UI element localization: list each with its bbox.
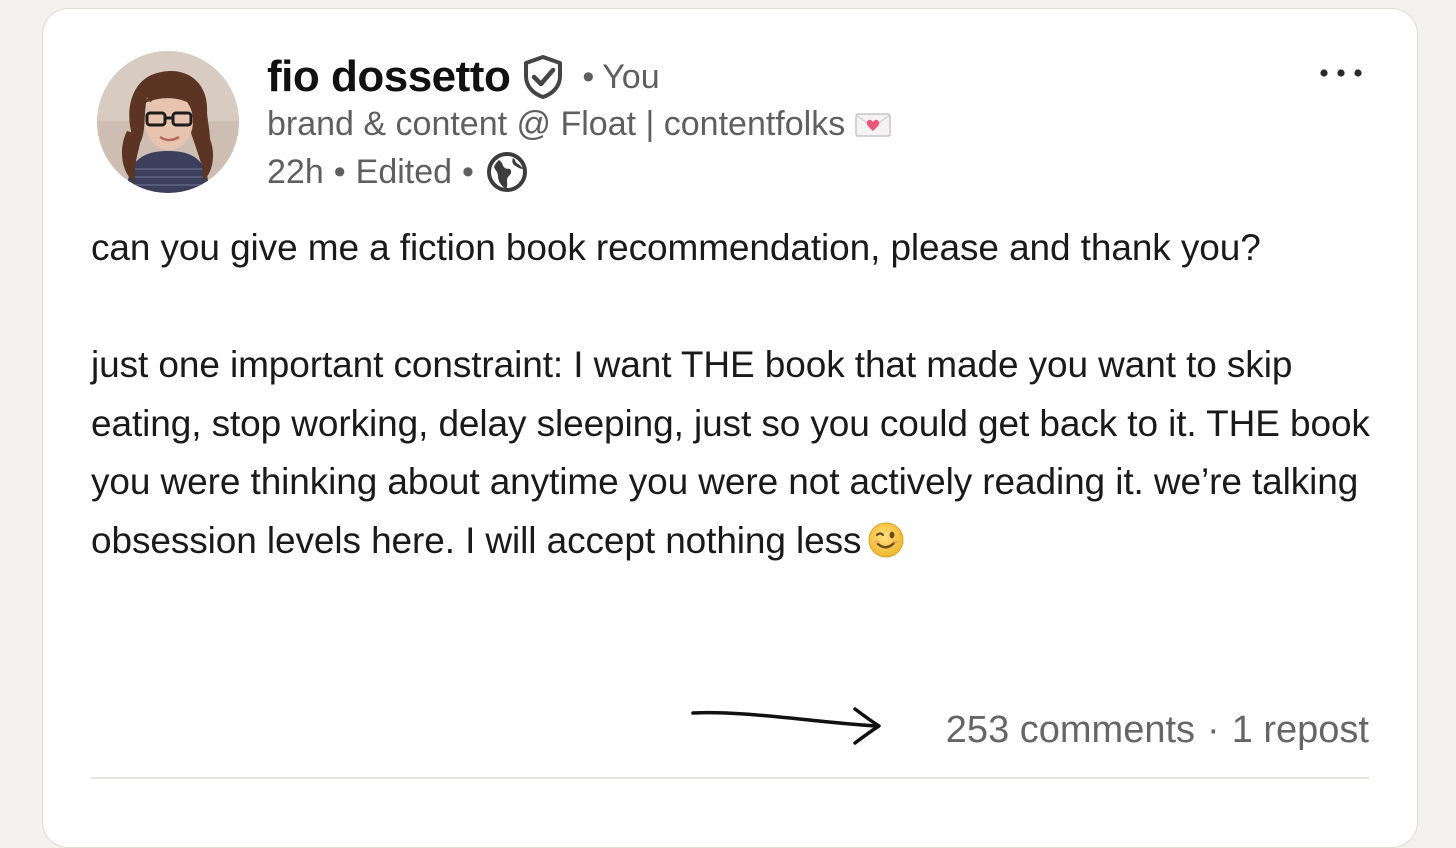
divider [91, 777, 1369, 779]
counts-separator: · [1207, 709, 1220, 751]
meta-separator: • [333, 152, 346, 191]
degree-label: You [602, 57, 660, 96]
edited-label: Edited [355, 152, 453, 191]
meta-separator: • [462, 152, 474, 191]
author-line: fio dossetto • You [267, 49, 660, 105]
verified-shield-icon[interactable] [522, 54, 564, 100]
post-time: 22h [267, 152, 324, 191]
globe-icon [486, 151, 528, 193]
winking-face-icon [867, 521, 905, 559]
post-meta: 22h • Edited • [267, 151, 528, 193]
avatar[interactable] [97, 51, 239, 193]
hand-drawn-arrow-icon [689, 699, 889, 749]
more-options-button[interactable] [1311, 53, 1371, 93]
post-card: fio dossetto • You brand & content @ Floa… [42, 8, 1418, 848]
post-paragraph-2-text: just one important constraint: I want TH… [91, 344, 1370, 561]
post-body: can you give me a fiction book recommend… [91, 219, 1381, 570]
author-name[interactable]: fio dossetto [267, 52, 511, 102]
headline-text: brand & content @ Float | contentfolks [267, 105, 846, 143]
reposts-count-link[interactable]: 1 repost [1232, 709, 1369, 752]
author-headline: brand & content @ Float | contentfolks [267, 105, 891, 144]
post-paragraph-1: can you give me a fiction book recommend… [91, 227, 1261, 268]
post-paragraph-2: just one important constraint: I want TH… [91, 336, 1381, 570]
connection-degree: • You [582, 57, 660, 96]
love-letter-icon [855, 112, 891, 138]
comments-count-link[interactable]: 253 comments [946, 709, 1195, 752]
social-counts: 253 comments · 1 repost [946, 709, 1369, 752]
